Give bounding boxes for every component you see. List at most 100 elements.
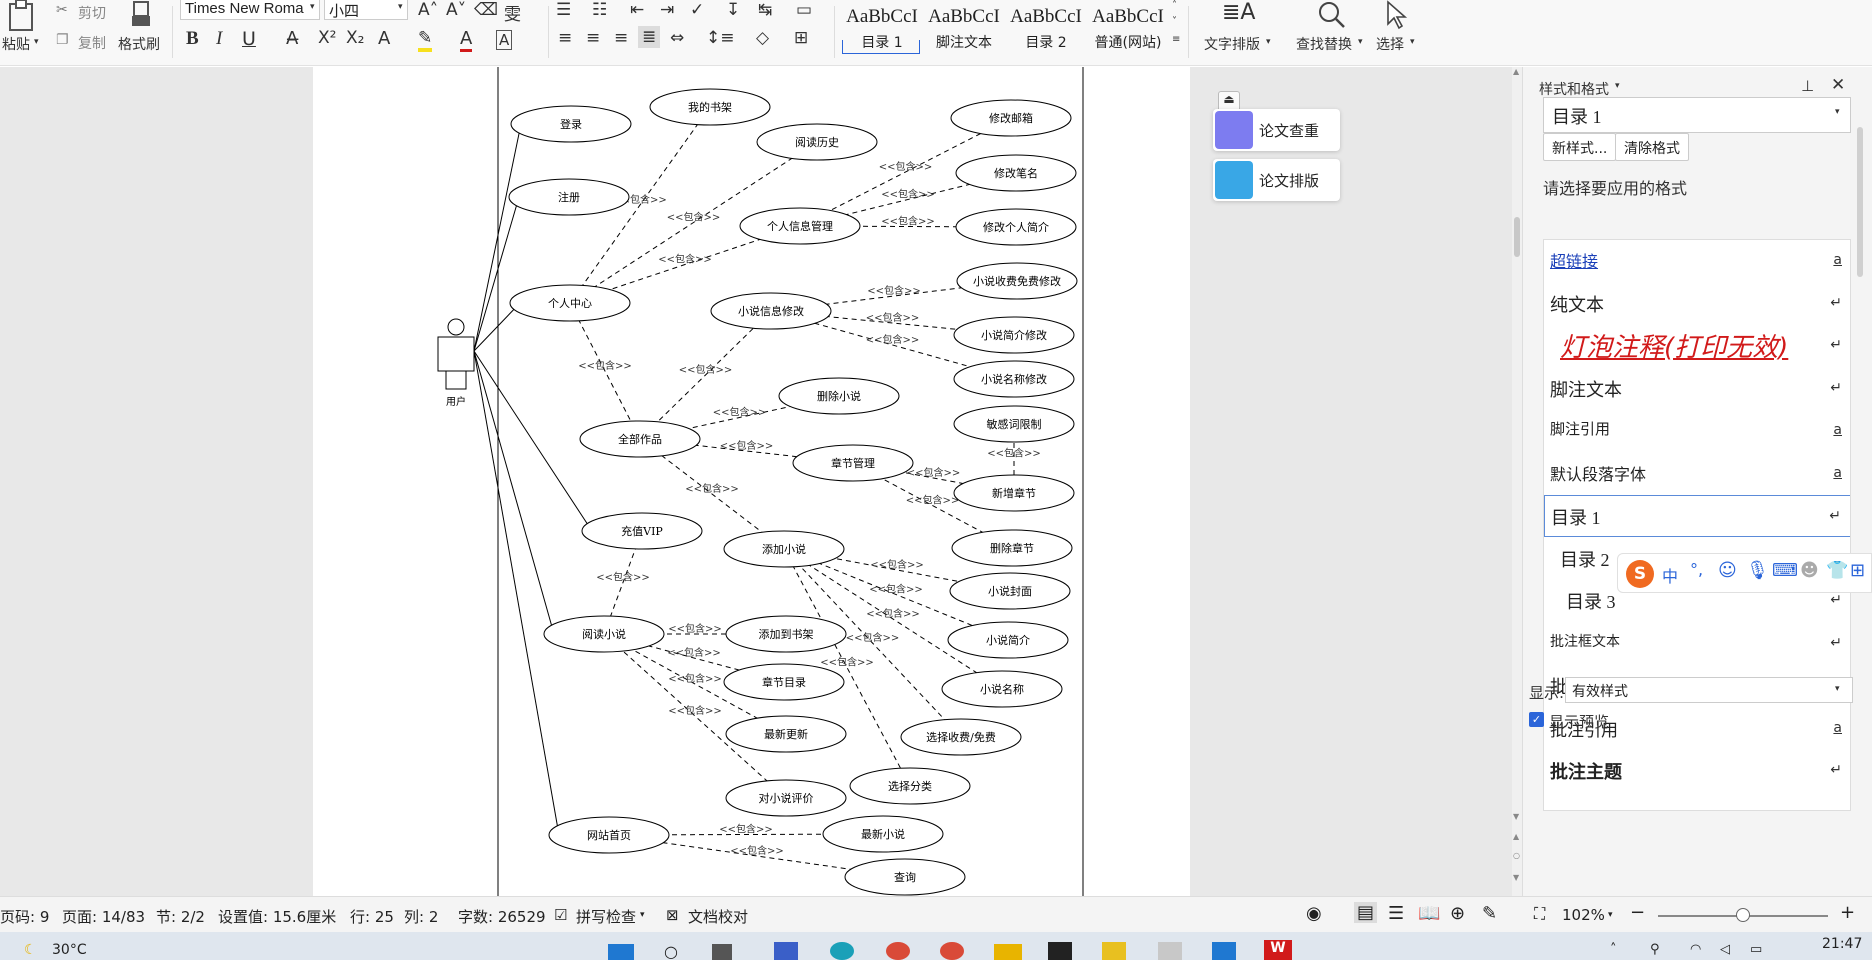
preview-checkbox[interactable]: ✓ xyxy=(1529,712,1544,727)
format-painter-icon[interactable] xyxy=(126,0,156,32)
superscript-icon[interactable]: X² xyxy=(318,28,336,48)
microphone-icon[interactable]: 🎙 xyxy=(1746,560,1769,581)
keyboard-icon[interactable]: ⌨ xyxy=(1772,560,1798,581)
font-color-icon[interactable]: A xyxy=(460,28,473,52)
thesis-layout-button[interactable]: 论文排版 xyxy=(1213,159,1340,201)
style-item[interactable]: 灯泡注释(打印无效) ↵ xyxy=(1544,325,1850,367)
zoom-in-icon[interactable]: + xyxy=(1840,902,1855,923)
wps-taskbar-icon[interactable]: W xyxy=(1264,940,1292,960)
spell-check-button[interactable]: 拼写检查 xyxy=(576,906,636,927)
chrome-icon[interactable] xyxy=(940,942,964,960)
document-scrollbar[interactable]: ▲ ▼ ▲ ○ ▼ xyxy=(1512,67,1522,896)
style-expand-icon[interactable]: ≡ xyxy=(1172,34,1180,45)
paste-icon[interactable] xyxy=(6,0,40,34)
text-layout-button[interactable]: 文字排版 xyxy=(1204,34,1260,54)
scroll-up-icon[interactable]: ▲ xyxy=(1513,67,1519,76)
edge-icon[interactable] xyxy=(830,942,854,960)
app-icon[interactable] xyxy=(1158,942,1182,960)
style-item[interactable]: 纯文本 ↵ xyxy=(1544,283,1850,325)
bold-icon[interactable]: B xyxy=(186,28,199,50)
show-select[interactable]: 有效样式 xyxy=(1565,677,1853,703)
select-chevron-icon[interactable]: ▾ xyxy=(1410,37,1415,47)
style-item[interactable]: 批注主题 ↵ xyxy=(1544,750,1850,792)
web-view-icon[interactable]: ⊕ xyxy=(1450,903,1465,924)
app-icon[interactable] xyxy=(774,942,798,960)
search-icon[interactable] xyxy=(1316,0,1346,30)
prev-page-icon[interactable]: ▲ xyxy=(1513,832,1519,841)
clear-format-icon[interactable]: ⌫ xyxy=(474,0,498,20)
document-page[interactable]: 用户 <<包含>> <<包含>> <<包含>> <<包含>> <<包含>> <<包含>> <<… xyxy=(313,67,1190,896)
status-row[interactable]: 行: 25 xyxy=(350,906,394,927)
align-left-icon[interactable]: ≡ xyxy=(558,28,572,48)
bullet-list-icon[interactable]: ☰ xyxy=(556,0,571,20)
zoom-slider-thumb[interactable] xyxy=(1736,908,1750,922)
grow-font-icon[interactable]: A˄ xyxy=(418,0,438,20)
select-button[interactable]: 选择 xyxy=(1376,34,1404,54)
thesis-check-button[interactable]: 论文查重 xyxy=(1213,109,1340,151)
zoom-level[interactable]: 102% xyxy=(1562,906,1605,924)
spell-chevron-icon[interactable]: ▾ xyxy=(640,910,645,920)
taskview-icon[interactable] xyxy=(712,944,732,960)
panel-scrollbar-thumb[interactable] xyxy=(1857,127,1863,277)
ime-toolbar[interactable]: S 中 °, ☺ 🎙 ⌨ ☻ 👕 ⊞ xyxy=(1617,553,1872,593)
scroll-down-icon[interactable]: ▼ xyxy=(1513,812,1519,821)
strikethrough-icon[interactable]: A̶ xyxy=(286,28,298,49)
close-icon[interactable]: ✕ xyxy=(1831,75,1845,95)
style-card[interactable]: AaBbCcI 目录 2 xyxy=(1006,2,1086,52)
app-icon[interactable] xyxy=(1048,942,1072,960)
style-card[interactable]: AaBbCcI 脚注文本 xyxy=(924,2,1004,52)
proof-button[interactable]: 文档校对 xyxy=(688,906,748,927)
align-right-icon[interactable]: ≡ xyxy=(614,28,628,48)
font-name-select[interactable]: Times New Roma xyxy=(180,0,320,20)
sort-icon[interactable]: ↹ xyxy=(758,0,772,20)
cut-button[interactable]: 剪切 xyxy=(78,3,106,23)
char-border-icon[interactable]: A xyxy=(496,30,513,50)
find-chevron-icon[interactable]: ▾ xyxy=(1358,37,1363,47)
ime-mode[interactable]: 中 xyxy=(1662,563,1678,587)
folder-icon[interactable] xyxy=(994,944,1022,960)
border-icon[interactable]: ⊞ xyxy=(794,28,808,48)
wifi-icon[interactable]: ◠ xyxy=(1690,942,1701,957)
italic-icon[interactable]: I xyxy=(216,28,222,50)
paste-dropdown-icon[interactable]: ▾ xyxy=(34,37,39,47)
text-layout-chevron-icon[interactable]: ▾ xyxy=(1266,37,1271,47)
zoom-out-icon[interactable]: − xyxy=(1630,902,1645,923)
increase-indent-icon[interactable]: ⇥ xyxy=(660,0,674,20)
style-item[interactable]: 批注框文本 ↵ xyxy=(1544,623,1850,665)
text-effect-icon[interactable]: A xyxy=(378,28,390,49)
decrease-indent-icon[interactable]: ⇤ xyxy=(630,0,644,20)
style-item[interactable]: 默认段落字体 a xyxy=(1544,453,1850,495)
clear-format-button[interactable]: 清除格式 xyxy=(1615,133,1689,161)
emoji-icon[interactable]: ☺ xyxy=(1718,560,1737,581)
text-layout-icon[interactable]: ≣A xyxy=(1222,0,1255,25)
style-item[interactable]: 脚注文本 ↵ xyxy=(1544,368,1850,410)
weather-temp[interactable]: 30°C xyxy=(52,942,87,958)
subscript-icon[interactable]: X₂ xyxy=(346,28,364,48)
spell-check-icon[interactable]: ☑ xyxy=(554,906,567,924)
number-list-icon[interactable]: ☷ xyxy=(592,0,607,20)
chinese-layout-icon[interactable]: ✓ xyxy=(690,0,704,20)
justify-icon[interactable]: ≣ xyxy=(638,26,661,48)
paste-button[interactable]: 粘贴 xyxy=(2,34,30,54)
read-view-icon[interactable]: 📖 xyxy=(1418,903,1440,924)
proof-icon[interactable]: ⊠ xyxy=(666,906,679,924)
windows-start-icon[interactable] xyxy=(608,944,634,960)
highlight-icon[interactable]: ✎ xyxy=(418,28,433,52)
status-section[interactable]: 节: 2/2 xyxy=(156,906,205,927)
user-icon[interactable]: ☻ xyxy=(1800,560,1819,581)
sogou-logo-icon[interactable]: S xyxy=(1626,560,1654,588)
fit-page-icon[interactable]: ⛶ xyxy=(1534,904,1545,924)
style-card[interactable]: AaBbCcI 普通(网站) xyxy=(1088,2,1168,52)
pin-icon[interactable]: ⊥ xyxy=(1801,77,1814,95)
tray-chevron-icon[interactable]: ˄ xyxy=(1610,942,1617,957)
cursor-arrow-icon[interactable] xyxy=(1384,0,1410,30)
style-scroll-down-icon[interactable]: ˅ xyxy=(1172,16,1177,27)
new-style-button[interactable]: 新样式... xyxy=(1543,133,1617,161)
show-chevron-icon[interactable]: ▾ xyxy=(1835,684,1840,694)
phonetic-icon[interactable]: 雯 xyxy=(504,0,521,25)
tray-icon[interactable]: ⚲ xyxy=(1650,942,1660,957)
style-scroll-up-icon[interactable]: ˄ xyxy=(1172,0,1177,11)
current-style-chevron-icon[interactable]: ▾ xyxy=(1835,107,1840,117)
distribute-icon[interactable]: ⇔ xyxy=(670,28,684,48)
browse-object-icon[interactable]: ○ xyxy=(1513,851,1520,860)
